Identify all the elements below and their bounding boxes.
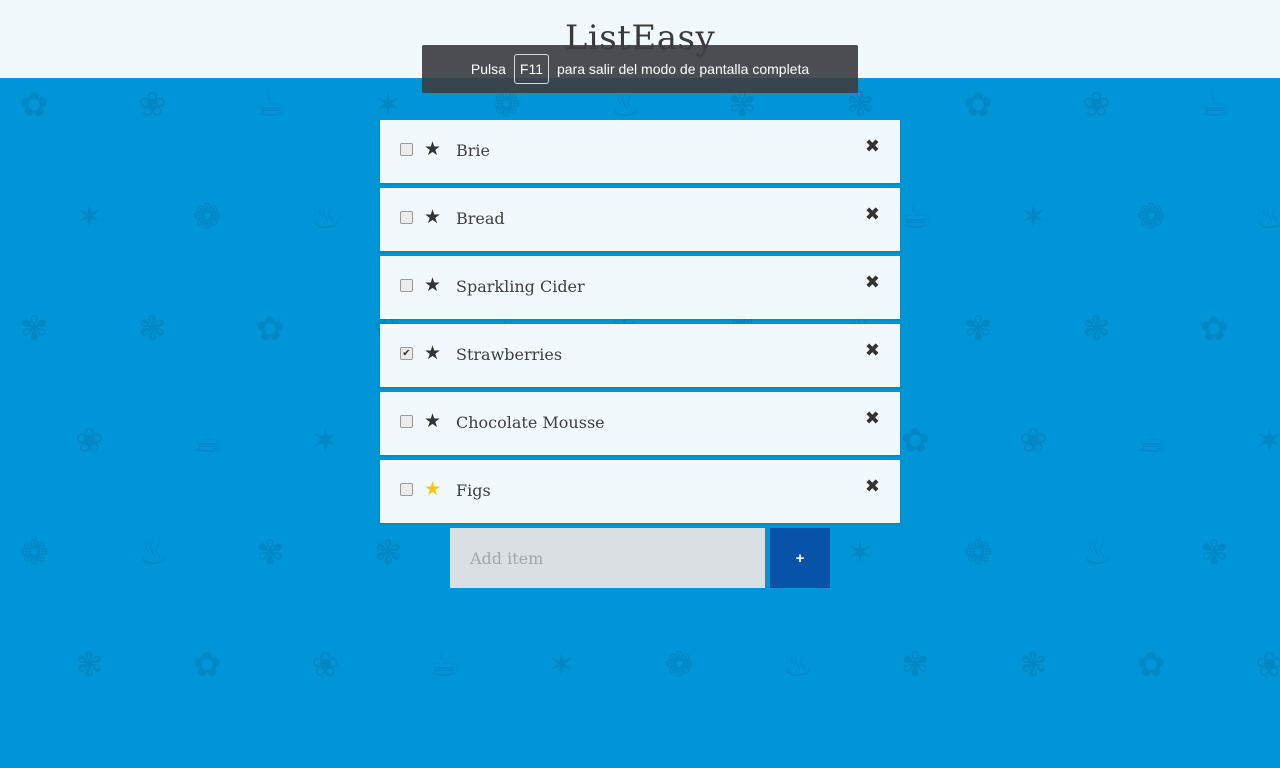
pattern-glyph: ❁	[964, 533, 993, 573]
pattern-glyph: ♨	[783, 645, 814, 685]
close-icon[interactable]: ✖	[865, 136, 880, 157]
pattern-glyph: ❀	[1082, 85, 1111, 125]
pattern-glyph: ✶	[547, 645, 576, 685]
pattern-glyph: ❀	[1019, 421, 1048, 461]
list-item: ★ Figs ✖	[380, 460, 900, 523]
pattern-glyph: ❁	[193, 197, 222, 237]
pattern-glyph: ❃	[1019, 645, 1048, 685]
pattern-glyph: ✾	[964, 309, 993, 349]
close-icon[interactable]: ✖	[865, 204, 880, 225]
pattern-glyph: ✿	[901, 421, 930, 461]
pattern-glyph: ❃	[75, 645, 104, 685]
pattern-glyph: ✾	[1200, 533, 1229, 573]
pattern-glyph: ❁	[1137, 197, 1166, 237]
item-checkbox[interactable]	[400, 415, 413, 428]
close-icon[interactable]: ✖	[865, 476, 880, 497]
list-item: ★ Chocolate Mousse ✖	[380, 392, 900, 455]
pattern-glyph: ✿	[964, 85, 993, 125]
item-label: Sparkling Cider	[456, 277, 585, 296]
pattern-glyph: ✾	[728, 85, 757, 125]
item-checkbox-checked[interactable]: ✔	[400, 347, 413, 360]
list-item: ✔ ★ Strawberries ✖	[380, 324, 900, 387]
pattern-glyph: ✶	[1019, 197, 1048, 237]
item-label: Strawberries	[456, 345, 563, 364]
item-label: Bread	[456, 209, 505, 228]
list-item: ★ Brie ✖	[380, 120, 900, 183]
pattern-glyph: ❀	[1255, 645, 1280, 685]
pattern-glyph: ❁	[665, 645, 694, 685]
list-item: ★ Bread ✖	[380, 188, 900, 251]
pattern-glyph: ☕	[1200, 85, 1231, 125]
pattern-glyph: ❃	[1082, 309, 1111, 349]
pattern-glyph: ♨	[311, 197, 342, 237]
list-item: ★ Sparkling Cider ✖	[380, 256, 900, 319]
pattern-glyph: ✿	[256, 309, 285, 349]
pattern-glyph: ✾	[20, 309, 49, 349]
pattern-glyph: ☕	[429, 645, 460, 685]
pattern-glyph: ✶	[374, 85, 403, 125]
pattern-glyph: ❀	[75, 421, 104, 461]
star-icon[interactable]: ★	[424, 342, 441, 364]
pattern-glyph: ✶	[311, 421, 340, 461]
fullscreen-notice-prefix: Pulsa	[470, 61, 506, 77]
item-label: Chocolate Mousse	[456, 413, 605, 432]
item-checkbox[interactable]	[400, 211, 413, 224]
item-checkbox[interactable]	[400, 143, 413, 156]
item-label: Brie	[456, 141, 490, 160]
pattern-glyph: ☕	[193, 421, 224, 461]
star-icon[interactable]: ★	[424, 206, 441, 228]
pattern-glyph: ✾	[256, 533, 285, 573]
add-item-button[interactable]: +	[770, 528, 830, 588]
star-icon[interactable]: ★	[424, 274, 441, 296]
star-icon[interactable]: ★	[424, 410, 441, 432]
pattern-glyph: ♨	[1082, 533, 1113, 573]
pattern-glyph: ❁	[492, 85, 521, 125]
fullscreen-notice-suffix: para salir del modo de pantalla completa	[556, 61, 810, 77]
pattern-glyph: ❀	[311, 645, 340, 685]
pattern-glyph: ☕	[256, 85, 287, 125]
pattern-glyph: ✶	[1255, 421, 1280, 461]
pattern-glyph: ♨	[138, 533, 169, 573]
pattern-glyph: ✶	[846, 533, 875, 573]
item-checkbox[interactable]	[400, 483, 413, 496]
item-list: ★ Brie ✖ ★ Bread ✖ ★ Sparkling Cider ✖ ✔…	[380, 120, 900, 528]
pattern-glyph: ✶	[75, 197, 104, 237]
pattern-glyph: ✿	[193, 645, 222, 685]
pattern-glyph: ✾	[901, 645, 930, 685]
star-icon[interactable]: ★	[424, 138, 441, 160]
pattern-glyph: ❁	[20, 533, 49, 573]
star-icon[interactable]: ★	[424, 478, 441, 500]
add-item-input[interactable]	[450, 528, 765, 588]
pattern-glyph: ☕	[1137, 421, 1168, 461]
pattern-glyph: ✿	[1200, 309, 1229, 349]
pattern-glyph: ❃	[846, 85, 875, 125]
pattern-glyph: ❃	[138, 309, 167, 349]
pattern-glyph: ♨	[1255, 197, 1280, 237]
fullscreen-notice: Pulsa F11 para salir del modo de pantall…	[422, 45, 858, 93]
pattern-glyph: ♨	[610, 85, 641, 125]
close-icon[interactable]: ✖	[865, 408, 880, 429]
close-icon[interactable]: ✖	[865, 340, 880, 361]
pattern-glyph: ✿	[20, 85, 49, 125]
item-label: Figs	[456, 481, 491, 500]
close-icon[interactable]: ✖	[865, 272, 880, 293]
item-checkbox[interactable]	[400, 279, 413, 292]
pattern-glyph: ❃	[374, 533, 403, 573]
fullscreen-key: F11	[513, 54, 549, 84]
pattern-glyph: ✿	[1137, 645, 1166, 685]
pattern-glyph: ☕	[901, 197, 932, 237]
add-item-form: +	[450, 528, 830, 588]
pattern-glyph: ❀	[138, 85, 167, 125]
